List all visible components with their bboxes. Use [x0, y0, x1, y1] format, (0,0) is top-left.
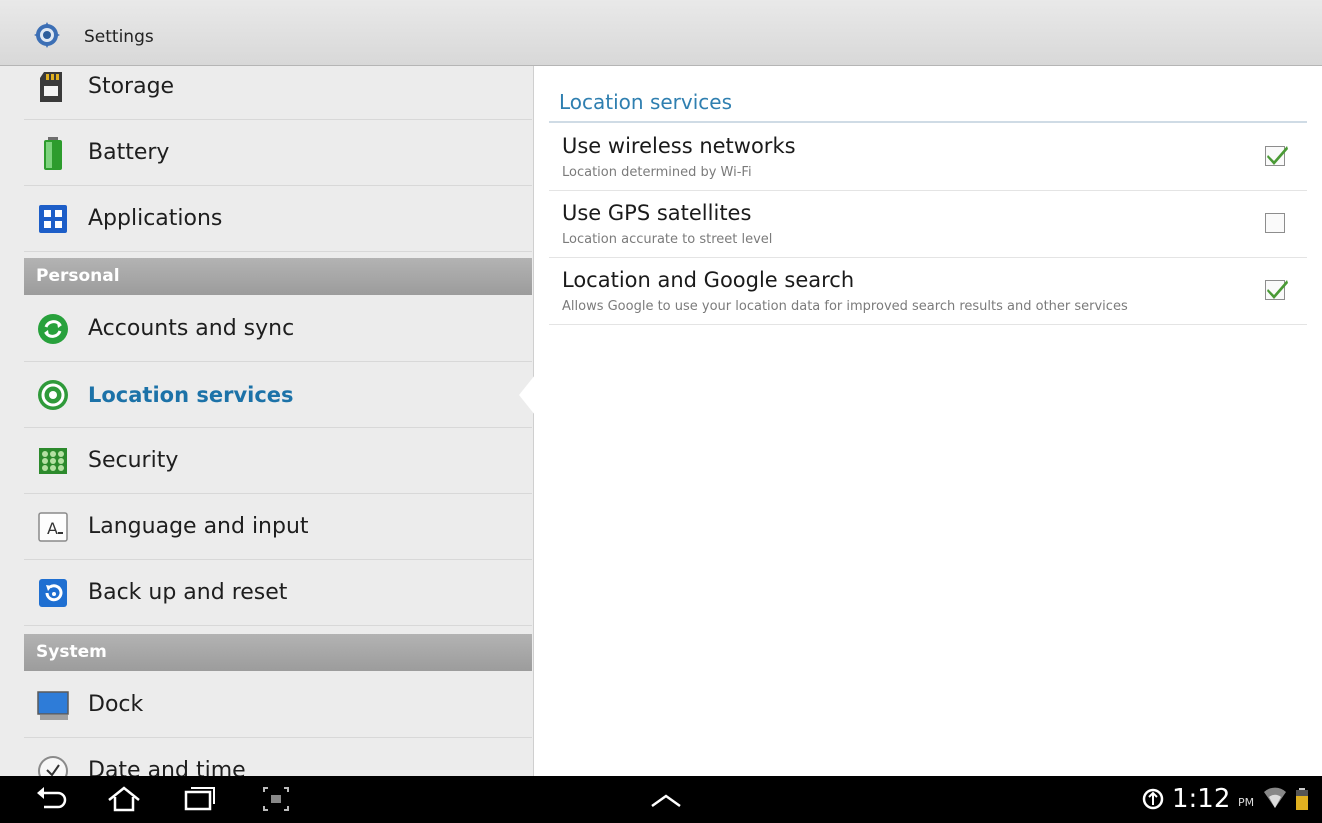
- usb-icon: [1138, 784, 1168, 814]
- sidebar-item-label: Back up and reset: [88, 580, 288, 605]
- checkmark-icon: [1267, 280, 1288, 299]
- status-clock: 1:12: [1172, 784, 1231, 814]
- sidebar-item-date-time[interactable]: Date and time: [24, 738, 532, 776]
- sidebar-item-accounts-sync[interactable]: Accounts and sync: [24, 296, 532, 362]
- sidebar-item-label: Applications: [88, 206, 223, 231]
- sidebar-item-applications[interactable]: Applications: [24, 186, 532, 252]
- applications-grid-icon: [36, 202, 70, 236]
- sidebar-item-storage[interactable]: Storage: [24, 66, 532, 120]
- backup-reset-icon: [36, 576, 70, 610]
- dock-monitor-icon: [36, 688, 70, 722]
- settings-gear-icon[interactable]: [34, 22, 60, 48]
- sidebar-item-battery[interactable]: Battery: [24, 120, 532, 186]
- pref-location-google-search[interactable]: Location and Google search Allows Google…: [549, 258, 1307, 325]
- pref-title: Location and Google search: [562, 268, 855, 292]
- pref-title: Use wireless networks: [562, 134, 796, 158]
- sidebar-item-label: Security: [88, 448, 179, 473]
- page-title: Location services: [559, 90, 733, 114]
- sidebar-item-language-input[interactable]: A Language and input: [24, 494, 532, 560]
- sidebar-item-location-services[interactable]: Location services: [24, 362, 532, 428]
- sidebar-item-dock[interactable]: Dock: [24, 672, 532, 738]
- svg-text:A: A: [47, 519, 58, 538]
- sidebar-item-backup-reset[interactable]: Back up and reset: [24, 560, 532, 626]
- title-divider: [549, 121, 1307, 123]
- wifi-icon: [1262, 784, 1288, 814]
- home-icon[interactable]: [104, 784, 144, 814]
- battery-icon: [36, 136, 70, 170]
- up-chevron-icon[interactable]: [646, 784, 686, 814]
- pref-title: Use GPS satellites: [562, 201, 752, 225]
- status-ampm: PM: [1238, 796, 1255, 809]
- section-header-personal: Personal: [24, 258, 532, 295]
- sidebar-item-security[interactable]: Security: [24, 428, 532, 494]
- sidebar-item-label: Location services: [88, 383, 294, 407]
- system-nav-bar: 1:12 PM: [0, 776, 1322, 823]
- location-target-icon: [36, 378, 70, 412]
- location-services-panel: Location services Use wireless networks …: [534, 66, 1322, 776]
- pref-summary: Allows Google to use your location data …: [562, 299, 1128, 314]
- section-header-label: System: [36, 642, 107, 662]
- sidebar-item-label: Storage: [88, 74, 175, 99]
- pref-use-wireless-networks[interactable]: Use wireless networks Location determine…: [549, 124, 1307, 191]
- sd-card-icon: [36, 70, 70, 104]
- recent-apps-icon[interactable]: [180, 784, 220, 814]
- sidebar-item-label: Accounts and sync: [88, 316, 295, 341]
- sync-icon: [36, 312, 70, 346]
- section-header-system: System: [24, 634, 532, 671]
- pref-use-gps-satellites[interactable]: Use GPS satellites Location accurate to …: [549, 191, 1307, 258]
- sidebar-item-label: Dock: [88, 692, 144, 717]
- pref-summary: Location determined by Wi-Fi: [562, 165, 752, 180]
- screenshot-icon[interactable]: [256, 784, 296, 814]
- checkmark-icon: [1267, 146, 1288, 165]
- app-title: Settings: [84, 27, 154, 47]
- section-header-label: Personal: [36, 266, 120, 286]
- gps-satellites-checkbox[interactable]: [1265, 213, 1285, 233]
- settings-sidebar[interactable]: Storage Battery Applications Personal Ac…: [0, 66, 534, 776]
- selection-pointer: [519, 375, 535, 415]
- lock-grid-icon: [36, 444, 70, 478]
- sidebar-item-label: Date and time: [88, 758, 246, 776]
- action-bar: Settings: [0, 0, 1322, 66]
- sidebar-item-label: Language and input: [88, 514, 309, 539]
- back-icon[interactable]: [32, 784, 72, 814]
- keyboard-letter-icon: A: [36, 510, 70, 544]
- wireless-networks-checkbox[interactable]: [1265, 146, 1288, 166]
- battery-status-icon: [1294, 784, 1310, 814]
- sidebar-item-label: Battery: [88, 140, 170, 165]
- clock-icon: [36, 754, 70, 776]
- pref-summary: Location accurate to street level: [562, 232, 773, 247]
- location-google-search-checkbox[interactable]: [1265, 280, 1288, 300]
